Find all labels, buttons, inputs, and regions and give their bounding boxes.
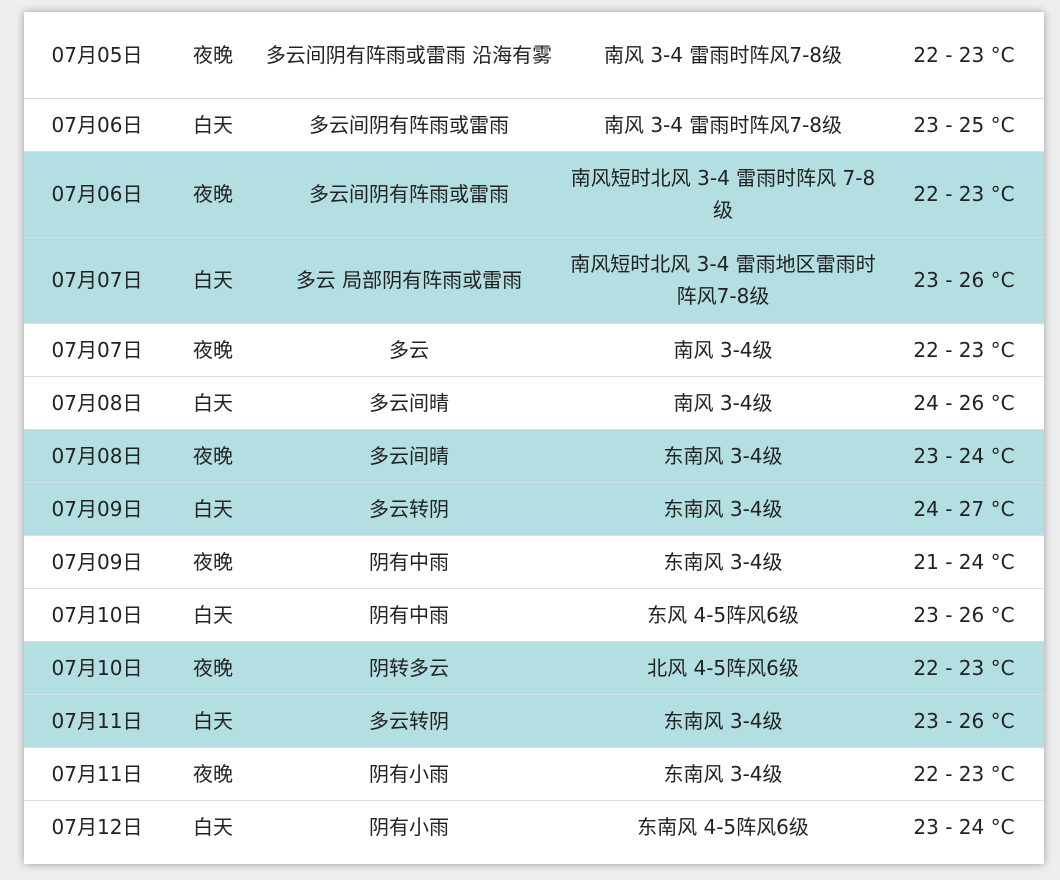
wind-cell: 东风 4-5阵风6级	[562, 587, 884, 641]
temperature-cell: 21 - 24 °C	[884, 534, 1044, 588]
forecast-table-body: 07月05日 夜晚 多云间阴有阵雨或雷雨 沿海有雾 南风 3-4 雷雨时阵风7-…	[24, 12, 1044, 853]
table-row: 07月08日 夜晚 多云间晴 东南风 3-4级 23 - 24 °C	[24, 428, 1044, 482]
wind-cell: 东南风 3-4级	[562, 693, 884, 747]
temperature-cell: 23 - 24 °C	[884, 799, 1044, 853]
temperature-cell: 24 - 26 °C	[884, 375, 1044, 429]
weather-cell: 阴有中雨	[256, 534, 562, 588]
period-cell: 白天	[170, 587, 256, 641]
temperature-cell: 22 - 23 °C	[884, 640, 1044, 694]
date-cell: 07月09日	[24, 534, 170, 588]
date-cell: 07月07日	[24, 322, 170, 376]
date-cell: 07月11日	[24, 693, 170, 747]
wind-cell: 北风 4-5阵风6级	[562, 640, 884, 694]
period-cell: 夜晚	[170, 150, 256, 237]
temperature-cell: 23 - 26 °C	[884, 587, 1044, 641]
wind-cell: 南风 3-4 雷雨时阵风7-8级	[562, 97, 884, 151]
table-row: 07月06日 白天 多云间阴有阵雨或雷雨 南风 3-4 雷雨时阵风7-8级 23…	[24, 97, 1044, 151]
period-cell: 白天	[170, 693, 256, 747]
temperature-cell: 22 - 23 °C	[884, 746, 1044, 800]
date-cell: 07月05日	[51, 42, 143, 67]
date-cell: 07月12日	[24, 799, 170, 853]
date-cell: 07月07日	[24, 236, 170, 323]
weather-cell: 多云 局部阴有阵雨或雷雨	[256, 236, 562, 323]
wind-cell: 东南风 3-4级	[562, 428, 884, 482]
table-row: 07月09日 夜晚 阴有中雨 东南风 3-4级 21 - 24 °C	[24, 534, 1044, 588]
wind-cell: 东南风 4-5阵风6级	[562, 799, 884, 853]
period-cell: 白天	[170, 375, 256, 429]
wind-cell: 东南风 3-4级	[562, 534, 884, 588]
weather-cell: 多云间晴	[256, 428, 562, 482]
period-cell: 夜晚	[170, 534, 256, 588]
period-cell: 夜晚	[193, 42, 233, 67]
period-cell: 白天	[170, 236, 256, 323]
weather-cell: 多云间阴有阵雨或雷雨	[256, 150, 562, 237]
temperature-cell: 23 - 26 °C	[884, 693, 1044, 747]
wind-cell: 南风短时北风 3-4 雷雨地区雷雨时阵风7-8级	[562, 236, 884, 323]
weather-cell: 阴转多云	[256, 640, 562, 694]
weather-cell: 多云间晴	[256, 375, 562, 429]
table-row: 07月11日 夜晚 阴有小雨 东南风 3-4级 22 - 23 °C	[24, 746, 1044, 800]
weather-cell: 多云	[256, 322, 562, 376]
temperature-cell: 23 - 25 °C	[884, 97, 1044, 151]
date-cell: 07月06日	[24, 97, 170, 151]
wind-cell: 南风短时北风 3-4 雷雨时阵风 7-8级	[562, 150, 884, 237]
date-cell: 07月10日	[24, 587, 170, 641]
date-cell: 07月09日	[24, 481, 170, 535]
weather-cell: 多云转阴	[256, 481, 562, 535]
table-row: 07月07日 夜晚 多云 南风 3-4级 22 - 23 °C	[24, 322, 1044, 376]
wind-cell: 南风 3-4级	[562, 375, 884, 429]
weather-cell: 多云间阴有阵雨或雷雨	[256, 97, 562, 151]
weather-cell: 阴有小雨	[256, 746, 562, 800]
period-cell: 夜晚	[170, 640, 256, 694]
table-row: 07月12日 白天 阴有小雨 东南风 4-5阵风6级 23 - 24 °C	[24, 799, 1044, 853]
temperature-cell: 22 - 23 °C	[913, 42, 1015, 67]
forecast-panel: 07月05日 夜晚 多云间阴有阵雨或雷雨 沿海有雾 南风 3-4 雷雨时阵风7-…	[24, 12, 1044, 864]
table-row: 07月05日 夜晚 多云间阴有阵雨或雷雨 沿海有雾 南风 3-4 雷雨时阵风7-…	[24, 12, 1044, 98]
weather-cell: 阴有中雨	[256, 587, 562, 641]
temperature-cell: 22 - 23 °C	[884, 322, 1044, 376]
weather-cell: 多云转阴	[256, 693, 562, 747]
table-row: 07月10日 白天 阴有中雨 东风 4-5阵风6级 23 - 26 °C	[24, 587, 1044, 641]
wind-cell: 南风 3-4级	[562, 322, 884, 376]
weather-cell: 多云间阴有阵雨或雷雨 沿海有雾	[265, 42, 553, 67]
date-cell: 07月11日	[24, 746, 170, 800]
period-cell: 夜晚	[170, 428, 256, 482]
wind-cell: 东南风 3-4级	[562, 746, 884, 800]
table-row: 07月11日 白天 多云转阴 东南风 3-4级 23 - 26 °C	[24, 693, 1044, 747]
table-row: 07月07日 白天 多云 局部阴有阵雨或雷雨 南风短时北风 3-4 雷雨地区雷雨…	[24, 236, 1044, 323]
period-cell: 白天	[170, 481, 256, 535]
date-cell: 07月10日	[24, 640, 170, 694]
period-cell: 白天	[170, 97, 256, 151]
date-cell: 07月06日	[24, 150, 170, 237]
table-row: 07月08日 白天 多云间晴 南风 3-4级 24 - 26 °C	[24, 375, 1044, 429]
period-cell: 白天	[170, 799, 256, 853]
wind-cell: 南风 3-4 雷雨时阵风7-8级	[603, 42, 843, 67]
weather-cell: 阴有小雨	[256, 799, 562, 853]
temperature-cell: 23 - 24 °C	[884, 428, 1044, 482]
forecast-table: 07月05日 夜晚 多云间阴有阵雨或雷雨 沿海有雾 南风 3-4 雷雨时阵风7-…	[24, 12, 1044, 853]
temperature-cell: 24 - 27 °C	[884, 481, 1044, 535]
period-cell: 夜晚	[170, 746, 256, 800]
temperature-cell: 23 - 26 °C	[884, 236, 1044, 323]
date-cell: 07月08日	[24, 428, 170, 482]
date-cell: 07月08日	[24, 375, 170, 429]
period-cell: 夜晚	[170, 322, 256, 376]
wind-cell: 东南风 3-4级	[562, 481, 884, 535]
table-row: 07月09日 白天 多云转阴 东南风 3-4级 24 - 27 °C	[24, 481, 1044, 535]
table-row: 07月06日 夜晚 多云间阴有阵雨或雷雨 南风短时北风 3-4 雷雨时阵风 7-…	[24, 150, 1044, 237]
table-row: 07月10日 夜晚 阴转多云 北风 4-5阵风6级 22 - 23 °C	[24, 640, 1044, 694]
temperature-cell: 22 - 23 °C	[884, 150, 1044, 237]
